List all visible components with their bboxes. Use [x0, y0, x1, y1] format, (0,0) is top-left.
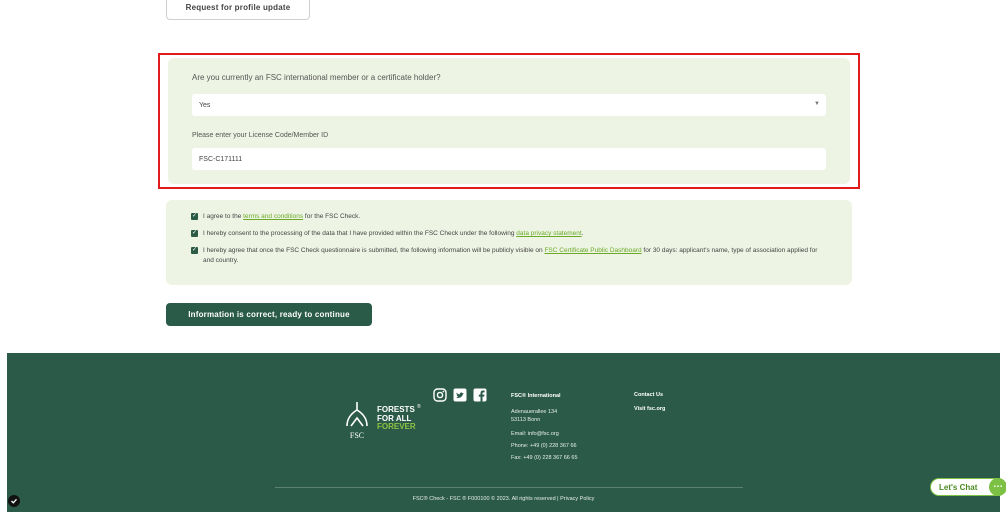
- email-text[interactable]: Email: info@fsc.org: [511, 430, 578, 438]
- social-links: [433, 388, 487, 402]
- fax-text: Fax: +49 (0) 228 367 66 65: [511, 455, 578, 461]
- license-code-label: Please enter your License Code/Member ID: [192, 132, 329, 139]
- consent-terms-text: I agree to the terms and conditions for …: [203, 213, 361, 220]
- site-footer: FSC FORESTS FOR ALL FOREVER ® FSC® Inter…: [7, 353, 1000, 512]
- twitter-icon[interactable]: [453, 388, 467, 402]
- membership-question-label: Are you currently an FSC international m…: [192, 73, 441, 82]
- instagram-icon[interactable]: [433, 388, 447, 402]
- address-line-1: Adenauerallee 134: [511, 409, 558, 415]
- check-badge-icon[interactable]: [8, 495, 20, 507]
- consent-terms-row: ✓ I agree to the terms and conditions fo…: [191, 212, 821, 222]
- facebook-icon[interactable]: [473, 388, 487, 402]
- consent-privacy-row: ✓ I hereby consent to the processing of …: [191, 229, 821, 239]
- registered-mark: ®: [417, 404, 421, 410]
- chat-bubble-icon: …: [989, 478, 1006, 496]
- membership-select[interactable]: Yes ▼: [192, 94, 826, 116]
- fsc-international-contact: FSC® International Adenauerallee 134 531…: [511, 392, 578, 462]
- consent-panel: ✓ I agree to the terms and conditions fo…: [166, 200, 852, 285]
- forests-for-all-forever: FORESTS FOR ALL FOREVER: [377, 405, 416, 431]
- contact-column: Contact Us Visit fsc.org: [634, 392, 665, 412]
- public-dashboard-link[interactable]: FSC Certificate Public Dashboard: [544, 247, 641, 254]
- fsc-logo[interactable]: FSC FORESTS FOR ALL FOREVER ®: [343, 400, 453, 440]
- footer-divider: [275, 487, 743, 488]
- chat-label: Let's Chat: [939, 482, 978, 492]
- terms-link[interactable]: terms and conditions: [243, 213, 303, 220]
- privacy-checkbox[interactable]: ✓: [191, 230, 198, 237]
- address-line-2: 53113 Bonn: [511, 417, 541, 423]
- chevron-down-icon: ▼: [814, 101, 820, 107]
- phone-text: Phone: +49 (0) 228 367 66: [511, 443, 577, 449]
- consent-dashboard-row: ✓ I hereby agree that once the FSC Check…: [191, 246, 821, 265]
- privacy-statement-link[interactable]: data privacy statement: [516, 230, 581, 237]
- membership-select-value: Yes: [199, 101, 211, 109]
- license-code-input[interactable]: [192, 148, 826, 170]
- continue-button[interactable]: Information is correct, ready to continu…: [166, 303, 372, 326]
- fsc-tree-icon: [346, 402, 368, 427]
- membership-panel: Are you currently an FSC international m…: [168, 58, 850, 184]
- membership-section: Are you currently an FSC international m…: [158, 53, 860, 189]
- request-profile-update-button[interactable]: Request for profile update: [166, 0, 310, 20]
- visit-fsc-link[interactable]: Visit fsc.org: [634, 406, 665, 412]
- copyright-text: FSC® Check - FSC ® F000100 © 2023. All r…: [412, 496, 595, 502]
- consent-dashboard-text: I hereby agree that once the FSC Check q…: [203, 247, 818, 264]
- fsc-wordmark: FSC: [349, 431, 365, 440]
- org-heading: FSC® International: [511, 393, 561, 399]
- terms-checkbox[interactable]: ✓: [191, 213, 198, 220]
- lets-chat-button[interactable]: Let's Chat …: [930, 478, 1006, 496]
- contact-us-link[interactable]: Contact Us: [634, 392, 665, 398]
- consent-privacy-text: I hereby consent to the processing of th…: [203, 230, 584, 237]
- dashboard-checkbox[interactable]: ✓: [191, 247, 198, 254]
